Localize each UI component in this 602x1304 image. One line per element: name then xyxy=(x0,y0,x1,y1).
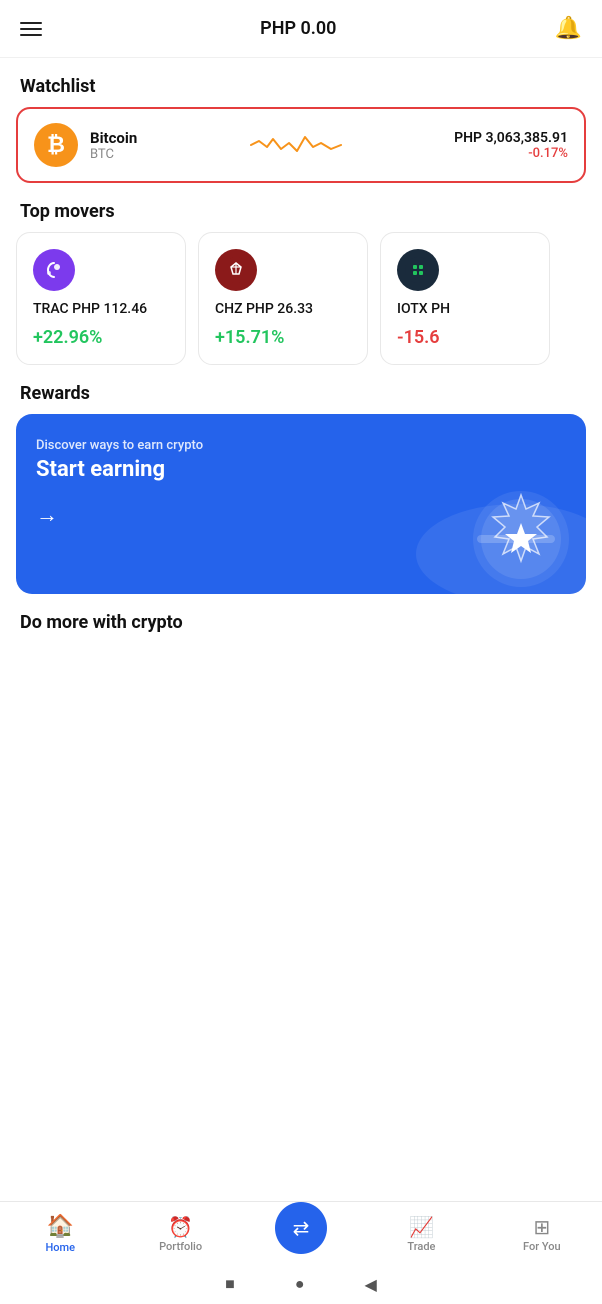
rewards-badge-icon xyxy=(466,484,566,584)
nav-trade[interactable]: 📈 Trade xyxy=(361,1217,481,1253)
system-circle-button[interactable]: ● xyxy=(295,1274,305,1294)
mover-card-iotx[interactable]: IOTX PH -15.6 xyxy=(380,232,550,365)
trac-name-price: TRAC PHP 112.46 xyxy=(33,301,169,317)
rewards-card[interactable]: Discover ways to earn crypto Start earni… xyxy=(16,414,586,594)
btc-mini-chart xyxy=(149,127,442,163)
watchlist-price-info: PHP 3,063,385.91 -0.17% xyxy=(454,130,568,161)
system-back-button[interactable]: ◀ xyxy=(365,1275,377,1294)
btc-price: PHP 3,063,385.91 xyxy=(454,130,568,146)
menu-line-2 xyxy=(20,28,42,30)
btc-change: -0.17% xyxy=(528,146,568,161)
chz-name-price: CHZ PHP 26.33 xyxy=(215,301,351,317)
trade-icon: 📈 xyxy=(409,1217,434,1237)
trac-icon xyxy=(33,249,75,291)
nav-home[interactable]: 🏠 Home xyxy=(0,1216,120,1254)
iotx-name-price: IOTX PH xyxy=(397,301,533,317)
bottom-navigation: 🏠 Home ⏰ Portfolio ⇄ 📈 Trade ⊞ For You xyxy=(0,1201,602,1264)
watchlist-section: ₿ Bitcoin BTC PHP 3,063,385.91 -0.17% xyxy=(0,107,602,183)
nav-for-you[interactable]: ⊞ For You xyxy=(482,1217,602,1253)
trac-change: +22.96% xyxy=(33,327,169,348)
bitcoin-icon: ₿ xyxy=(34,123,78,167)
iotx-icon xyxy=(397,249,439,291)
portfolio-icon: ⏰ xyxy=(168,1217,193,1237)
watchlist-section-title: Watchlist xyxy=(0,58,602,107)
balance-display: PHP 0.00 xyxy=(260,18,336,39)
watchlist-bitcoin-card[interactable]: ₿ Bitcoin BTC PHP 3,063,385.91 -0.17% xyxy=(16,107,586,183)
system-navigation-bar: ■ ● ◀ xyxy=(0,1264,602,1304)
nav-trade-label: Trade xyxy=(407,1240,435,1253)
watchlist-coin-info: Bitcoin BTC xyxy=(90,129,137,162)
bell-icon[interactable]: 🔔 xyxy=(555,16,582,41)
trade-arrows-icon: ⇄ xyxy=(293,1216,310,1240)
coin-name: Bitcoin xyxy=(90,129,137,147)
iotx-change: -15.6 xyxy=(397,327,533,348)
nav-home-label: Home xyxy=(45,1241,75,1254)
menu-button[interactable] xyxy=(20,22,42,36)
mover-card-chz[interactable]: CHZ PHP 26.33 +15.71% xyxy=(198,232,368,365)
top-movers-list: TRAC PHP 112.46 +22.96% CHZ PHP 26.33 +1… xyxy=(0,232,602,365)
nav-portfolio-label: Portfolio xyxy=(159,1240,202,1253)
menu-line-1 xyxy=(20,22,42,24)
home-icon: 🏠 xyxy=(47,1216,74,1238)
system-square-button[interactable]: ■ xyxy=(225,1274,235,1294)
rewards-title: Start earning xyxy=(36,457,566,482)
nav-trade-center[interactable]: ⇄ xyxy=(241,1202,361,1258)
trade-center-button[interactable]: ⇄ xyxy=(275,1202,327,1254)
do-more-section-title: Do more with crypto xyxy=(0,594,602,643)
do-more-section xyxy=(0,643,602,703)
app-header: PHP 0.00 🔔 xyxy=(0,0,602,58)
mover-card-trac[interactable]: TRAC PHP 112.46 +22.96% xyxy=(16,232,186,365)
chz-icon xyxy=(215,249,257,291)
menu-line-3 xyxy=(20,34,42,36)
rewards-subtitle: Discover ways to earn crypto xyxy=(36,438,566,453)
coin-symbol: BTC xyxy=(90,147,137,162)
nav-portfolio[interactable]: ⏰ Portfolio xyxy=(120,1217,240,1253)
rewards-section: Discover ways to earn crypto Start earni… xyxy=(0,414,602,594)
rewards-section-title: Rewards xyxy=(0,365,602,414)
nav-for-you-label: For You xyxy=(523,1240,561,1253)
for-you-icon: ⊞ xyxy=(533,1217,550,1237)
main-content: Watchlist ₿ Bitcoin BTC PHP 3,063,385.91… xyxy=(0,58,602,1304)
top-movers-section-title: Top movers xyxy=(0,183,602,232)
chz-change: +15.71% xyxy=(215,327,351,348)
